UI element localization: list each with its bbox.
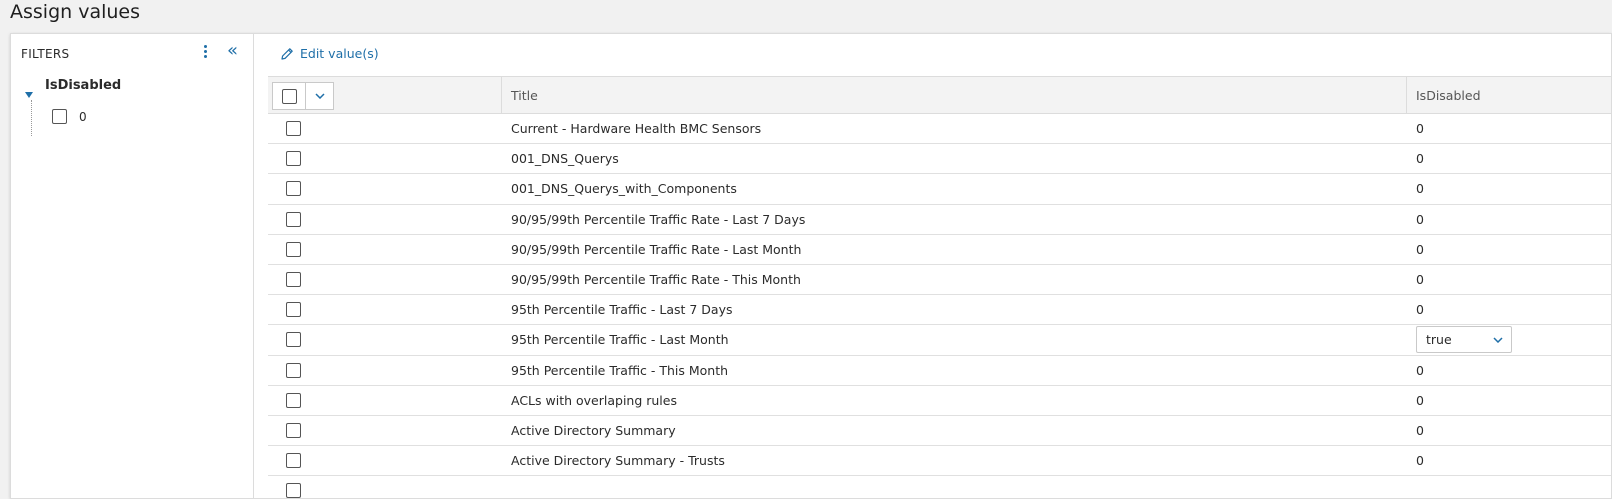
row-title: 95th Percentile Traffic - Last Month (511, 332, 729, 348)
row-title: 90/95/99th Percentile Traffic Rate - Las… (511, 241, 802, 257)
row-value: 0 (1416, 121, 1424, 136)
filter-group-isdisabled[interactable]: IsDisabled (45, 78, 121, 93)
row-value: 0 (1416, 453, 1424, 469)
table-row[interactable]: Active Directory Summary 0 (268, 416, 1611, 447)
chevron-down-icon (1493, 337, 1503, 343)
row-checkbox[interactable] (286, 453, 301, 469)
row-title: 90/95/99th Percentile Traffic Rate - Thi… (511, 271, 801, 287)
column-divider (501, 77, 502, 113)
row-value: 0 (1416, 181, 1424, 197)
table-row[interactable]: 90/95/99th Percentile Traffic Rate - Las… (268, 235, 1611, 265)
row-title: ACLs with overlaping rules (511, 392, 677, 408)
row-checkbox[interactable] (286, 392, 301, 408)
row-checkbox[interactable] (286, 271, 301, 287)
row-checkbox[interactable] (286, 241, 301, 257)
data-grid: Title IsDisabled Current - Hardware Heal… (268, 76, 1611, 498)
page-title: Assign values (10, 1, 141, 23)
table-row[interactable]: Active Directory Summary - Trusts 0 (268, 446, 1611, 477)
edit-values-label: Edit value(s) (300, 46, 379, 61)
filter-option-0[interactable]: 0 (52, 109, 87, 124)
filters-title: FILTERS (21, 47, 70, 61)
assign-values-panel: FILTERS « IsDisabled 0 Edit value(s) Tit… (10, 33, 1612, 499)
row-value: 0 (1416, 362, 1424, 378)
grid-header: Title IsDisabled (268, 76, 1611, 114)
row-value: 0 (1416, 392, 1424, 408)
filters-sidebar: FILTERS « IsDisabled 0 (11, 34, 254, 498)
value-select-label: true (1426, 332, 1452, 348)
table-row[interactable]: 001_DNS_Querys 0 (268, 144, 1611, 175)
row-value: 0 (1416, 302, 1424, 318)
tree-line (31, 100, 32, 136)
row-value: 0 (1416, 271, 1424, 287)
table-row[interactable]: 90/95/99th Percentile Traffic Rate - Las… (268, 205, 1611, 235)
column-divider (1406, 77, 1407, 113)
table-row[interactable] (268, 476, 1611, 498)
select-all-control (272, 82, 334, 110)
filter-checkbox[interactable] (52, 109, 67, 124)
row-checkbox[interactable] (286, 211, 301, 227)
row-checkbox[interactable] (286, 422, 301, 438)
row-checkbox[interactable] (286, 181, 301, 197)
table-row[interactable]: 90/95/99th Percentile Traffic Rate - Thi… (268, 265, 1611, 296)
row-title: 90/95/99th Percentile Traffic Rate - Las… (511, 211, 806, 227)
select-all-checkbox[interactable] (281, 88, 297, 104)
column-header-isdisabled[interactable]: IsDisabled (1416, 88, 1481, 103)
row-value: 0 (1416, 151, 1424, 167)
row-title: Active Directory Summary (511, 422, 676, 438)
row-value: 0 (1416, 241, 1424, 257)
row-checkbox[interactable] (286, 483, 301, 498)
table-row[interactable]: ACLs with overlaping rules 0 (268, 386, 1611, 416)
select-options-dropdown[interactable] (306, 83, 333, 109)
pencil-icon (281, 47, 293, 60)
row-value: 0 (1416, 422, 1424, 438)
edit-values-button[interactable]: Edit value(s) (280, 46, 379, 61)
table-row[interactable]: Current - Hardware Health BMC Sensors 0 (268, 114, 1611, 145)
row-checkbox[interactable] (286, 151, 301, 167)
value-select[interactable]: true (1416, 326, 1512, 354)
row-checkbox[interactable] (286, 362, 301, 378)
table-row[interactable]: 001_DNS_Querys_with_Components 0 (268, 174, 1611, 205)
row-checkbox[interactable] (286, 121, 301, 136)
row-title: 95th Percentile Traffic - This Month (511, 362, 729, 378)
double-chevron-left-icon[interactable]: « (227, 42, 238, 60)
row-title: 001_DNS_Querys (511, 151, 619, 167)
column-header-title[interactable]: Title (511, 88, 538, 103)
main-content: Edit value(s) Title IsDisabled Current -… (255, 34, 1611, 498)
table-row[interactable]: 95th Percentile Traffic - Last Month tru… (268, 325, 1611, 356)
row-title: Active Directory Summary - Trusts (511, 453, 725, 469)
row-checkbox[interactable] (286, 332, 301, 348)
table-row[interactable]: 95th Percentile Traffic - This Month 0 (268, 356, 1611, 386)
chevron-down-icon (314, 93, 325, 99)
row-title: Current - Hardware Health BMC Sensors (511, 121, 762, 136)
row-checkbox[interactable] (286, 302, 301, 318)
row-value: 0 (1416, 211, 1424, 227)
row-title: 95th Percentile Traffic - Last 7 Days (511, 302, 733, 318)
table-row[interactable]: 95th Percentile Traffic - Last 7 Days 0 (268, 295, 1611, 326)
row-title: 001_DNS_Querys_with_Components (511, 181, 737, 197)
kebab-icon[interactable] (202, 45, 208, 61)
filter-option-label: 0 (79, 109, 87, 124)
